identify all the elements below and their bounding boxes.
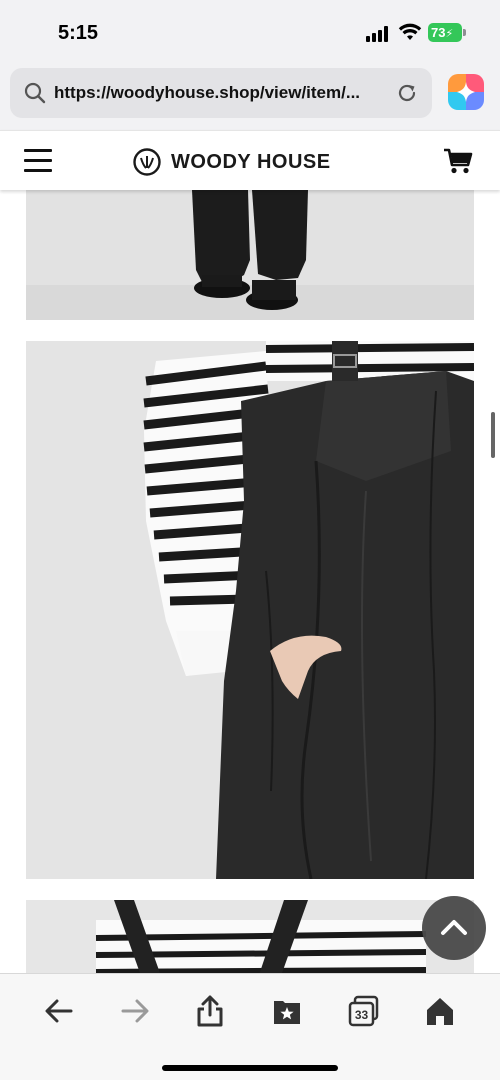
scroll-top-button[interactable] bbox=[422, 896, 486, 960]
browser-address-bar: https://woodyhouse.shop/view/item/... bbox=[0, 64, 500, 130]
bookmarks-icon[interactable] bbox=[270, 994, 304, 1028]
search-icon bbox=[24, 82, 46, 104]
sparkle-icon bbox=[457, 82, 475, 102]
product-photo-1[interactable] bbox=[26, 190, 474, 320]
logo-text[interactable]: WOODY HOUSE bbox=[171, 151, 331, 174]
site-header: WOODY HOUSE bbox=[0, 130, 500, 190]
url-text: https://woodyhouse.shop/view/item/... bbox=[54, 83, 361, 102]
url-field[interactable]: https://woodyhouse.shop/view/item/... bbox=[10, 68, 432, 118]
page-content[interactable] bbox=[0, 190, 500, 973]
status-bar: 5:15 73⚡ bbox=[0, 0, 500, 64]
share-icon[interactable] bbox=[193, 994, 227, 1028]
product-photo-2-image bbox=[26, 341, 474, 879]
battery-level: 73 bbox=[431, 25, 446, 40]
back-icon[interactable] bbox=[42, 994, 76, 1028]
logo-icon[interactable] bbox=[133, 148, 161, 176]
signal-icon bbox=[366, 26, 392, 42]
chevron-up-icon bbox=[441, 920, 467, 935]
wifi-icon bbox=[398, 23, 422, 40]
menu-icon[interactable] bbox=[24, 149, 52, 173]
tabs-icon[interactable]: 33 bbox=[347, 994, 381, 1028]
forward-icon[interactable] bbox=[118, 994, 152, 1028]
scroll-indicator[interactable] bbox=[491, 412, 495, 458]
product-photo-1-image bbox=[26, 190, 474, 320]
home-icon[interactable] bbox=[423, 994, 457, 1028]
tabs-count: 33 bbox=[355, 1008, 369, 1022]
home-indicator[interactable] bbox=[162, 1065, 338, 1071]
app-icon[interactable] bbox=[448, 74, 484, 110]
product-photo-3[interactable] bbox=[26, 900, 474, 973]
cart-icon[interactable] bbox=[442, 147, 474, 175]
reload-icon[interactable] bbox=[396, 82, 418, 104]
status-time: 5:15 bbox=[58, 22, 99, 44]
product-photo-2[interactable] bbox=[26, 341, 474, 879]
browser-toolbar: 33 bbox=[0, 973, 500, 1080]
battery-cap bbox=[463, 29, 466, 36]
product-photo-3-image bbox=[26, 900, 474, 973]
battery-icon: 73⚡ bbox=[428, 23, 462, 42]
